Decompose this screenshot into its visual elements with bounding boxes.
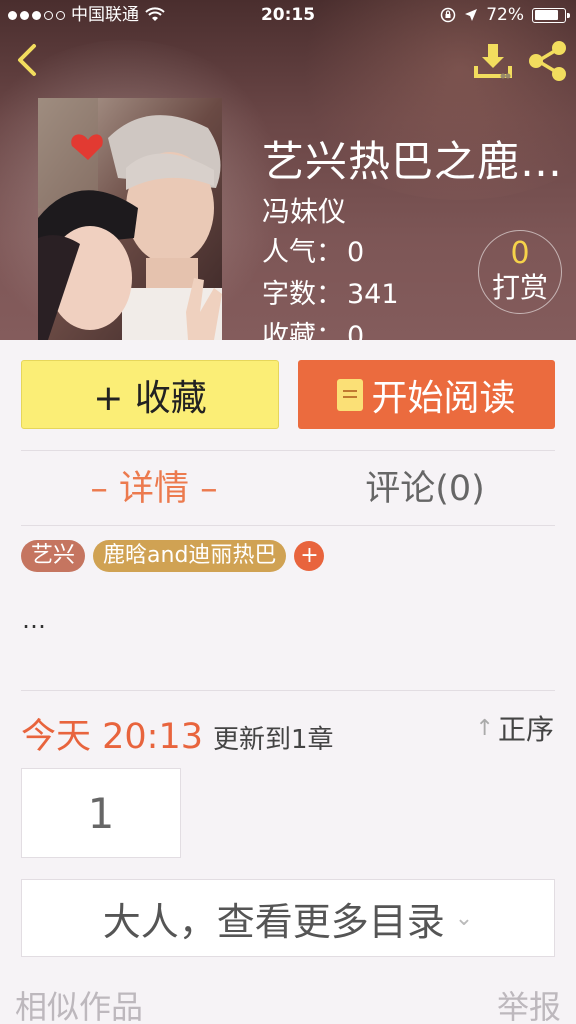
chapter-item[interactable]: 1 [21, 768, 181, 858]
stat-value: 0 [347, 237, 365, 268]
book-title: 艺兴热巴之鹿… [262, 137, 564, 186]
tab-details[interactable]: – 详情 – [78, 458, 230, 520]
tip-label: 打赏 [491, 271, 548, 304]
stat-label: 人气： [262, 237, 343, 268]
rotation-lock-icon [440, 7, 456, 23]
download-icon [474, 44, 512, 79]
book-author[interactable]: 冯妹仪 [262, 192, 563, 232]
stat-label: 收藏： [262, 321, 343, 340]
tab-comments[interactable]: 评论(0) [340, 458, 510, 520]
tag-list: 艺兴 鹿晗and迪丽热巴 + [21, 540, 325, 572]
update-info: 今天 20:13 更新到1章 [21, 708, 334, 759]
start-reading-label: 开始阅读 [371, 377, 516, 419]
up-arrow-icon: ↑ [475, 715, 494, 741]
update-text: 更新到1章 [213, 725, 334, 755]
add-to-collection-button[interactable]: + 收藏 [21, 360, 279, 429]
book-description[interactable]: … [22, 606, 46, 634]
tip-count: 0 [510, 236, 530, 271]
stat-value: 0 [347, 321, 365, 340]
tag-item[interactable]: 艺兴 [21, 540, 86, 572]
download-button[interactable] [472, 40, 514, 82]
battery-icon [532, 7, 570, 23]
more-catalog-label: 大人，查看更多目录 [102, 899, 445, 944]
report-button[interactable]: 举报 [497, 982, 561, 1024]
tip-button[interactable]: 0 打赏 [478, 230, 562, 314]
book-cover-image[interactable] [38, 98, 222, 340]
back-button[interactable] [12, 40, 44, 80]
divider [21, 525, 555, 526]
similar-works-heading: 相似作品 [15, 988, 144, 1024]
back-icon [18, 44, 36, 76]
chevron-down-icon: ⌄ [454, 905, 474, 931]
share-icon [529, 41, 566, 81]
more-catalog-button[interactable]: 大人，查看更多目录 ⌄ [21, 879, 555, 957]
divider [21, 450, 555, 451]
add-tag-button[interactable]: + [294, 541, 325, 571]
sort-order-label: 正序 [497, 713, 554, 746]
update-time: 今天 20:13 [21, 717, 203, 757]
battery-percent: 72% [486, 5, 524, 25]
book-icon [337, 378, 364, 411]
divider [21, 690, 555, 691]
location-icon [465, 9, 478, 21]
stat-value: 341 [347, 279, 399, 310]
status-right: 72% [440, 0, 570, 30]
status-bar: 中国联通 20:15 72% [0, 0, 576, 30]
tag-item[interactable]: 鹿晗and迪丽热巴 [93, 540, 287, 572]
book-header: 中国联通 20:15 72% 艺兴热巴之鹿… 冯妹仪 人气： 0 字数： 341… [0, 0, 576, 340]
sort-order-button[interactable]: ↑ 正序 [476, 708, 554, 748]
start-reading-button[interactable]: 开始阅读 [298, 360, 555, 429]
share-button[interactable] [526, 40, 570, 82]
stat-label: 字数： [262, 279, 343, 310]
favorites-stat: 收藏： 0 [262, 316, 563, 340]
